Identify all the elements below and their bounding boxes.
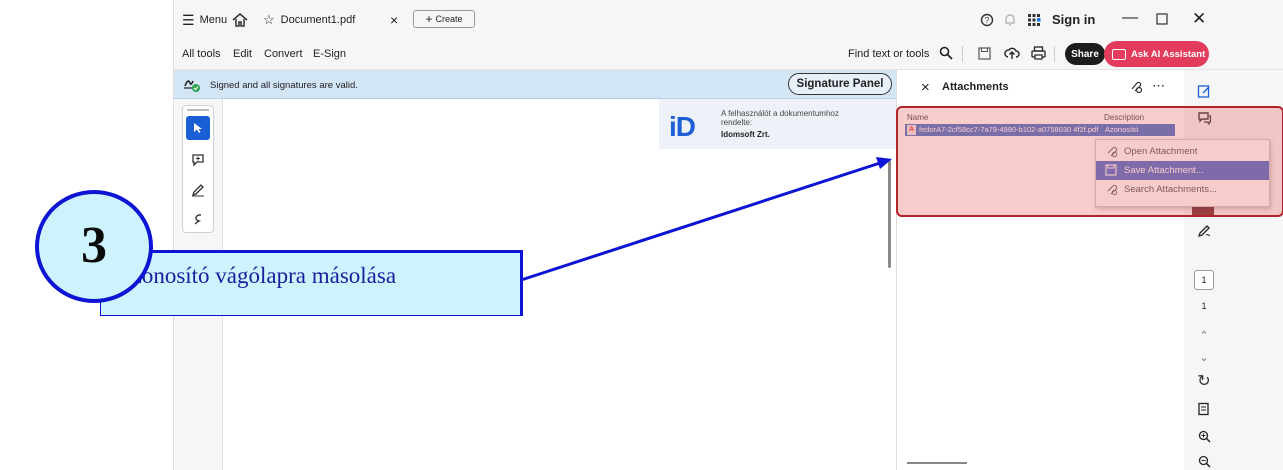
callout-arrow [514, 157, 892, 284]
callout-text: Azonosító vágólapra másolása [115, 263, 397, 288]
step-number: 3 [81, 217, 107, 274]
step-number-badge: 3 [35, 190, 153, 303]
